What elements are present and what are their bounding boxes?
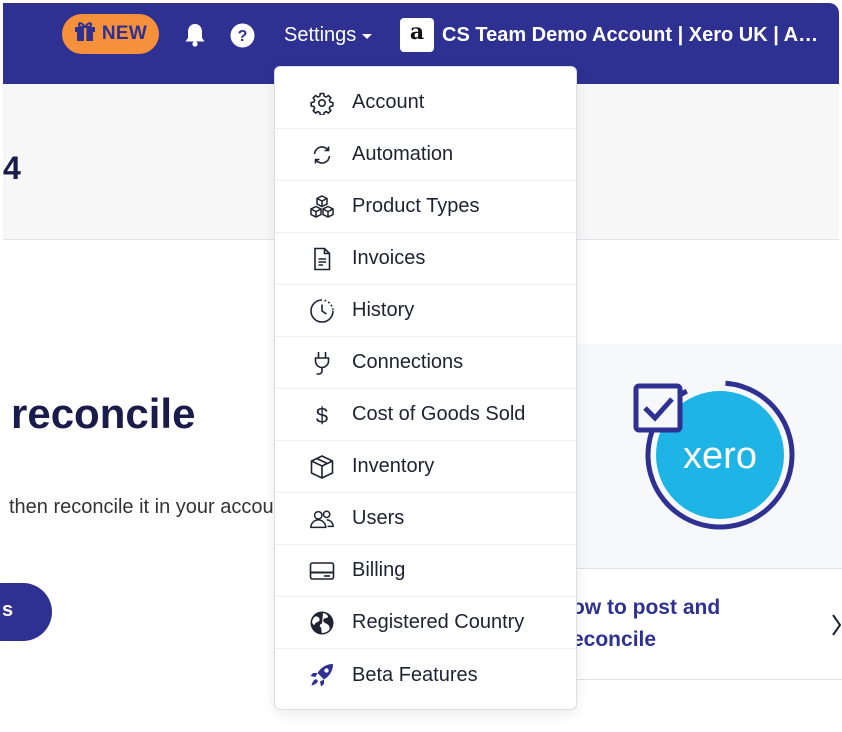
xero-logo-text: xero [683,435,757,477]
guide-card-title[interactable]: ow to post and econcile [572,592,772,656]
settings-dropdown-menu: Account Automation Product Types Invoice… [274,66,577,710]
menu-item-label: Invoices [352,247,426,269]
menu-item-invoices[interactable]: Invoices [275,233,576,285]
settings-label: Settings [284,23,357,46]
menu-item-cost-of-goods-sold[interactable]: $ Cost of Goods Sold [275,389,576,441]
card-divider [560,568,842,569]
rocket-icon [309,662,335,688]
cubes-icon [309,194,335,220]
svg-text:$: $ [316,403,328,428]
help-icon[interactable]: ? [230,23,255,48]
caret-down-icon [362,33,373,39]
amazon-logo-icon: a [400,18,434,52]
primary-action-label: s [2,599,14,621]
menu-item-label: Registered Country [352,611,525,633]
new-features-button[interactable]: NEW [62,14,159,54]
svg-text:?: ? [238,28,248,45]
users-icon [309,506,335,532]
menu-item-automation[interactable]: Automation [275,129,576,181]
header-number: 4 [3,150,21,186]
menu-item-label: Product Types [352,195,480,217]
menu-item-label: Inventory [352,455,435,477]
notifications-bell-icon[interactable] [182,22,208,48]
settings-dropdown-toggle[interactable]: Settings [284,20,373,50]
account-switcher[interactable]: a CS Team Demo Account | Xero UK | Amazo… [400,18,830,52]
menu-item-inventory[interactable]: Inventory [275,441,576,493]
menu-item-label: Billing [352,559,406,581]
menu-item-connections[interactable]: Connections [275,337,576,389]
menu-item-account[interactable]: Account [275,77,576,129]
menu-item-billing[interactable]: Billing [275,545,576,597]
menu-item-product-types[interactable]: Product Types [275,181,576,233]
primary-action-button[interactable]: s [0,583,52,641]
credit-card-icon [309,558,335,584]
menu-item-label: History [352,299,415,321]
chevron-right-icon[interactable] [832,614,842,641]
new-badge-label: NEW [101,23,148,44]
box-icon [309,454,335,480]
globe-icon [309,610,335,636]
gear-icon [309,90,335,116]
dollar-icon: $ [309,402,335,428]
menu-item-label: Cost of Goods Sold [352,403,526,425]
xero-guide-card-image: xero [560,344,842,568]
menu-item-beta-features[interactable]: Beta Features [275,649,576,701]
menu-item-label: Account [352,91,425,113]
menu-item-label: Automation [352,143,454,165]
menu-item-label: Users [352,507,405,529]
sync-icon [309,142,335,168]
account-name: CS Team Demo Account | Xero UK | Amazon … [442,23,830,46]
menu-item-history[interactable]: History [275,285,576,337]
menu-item-label: Connections [352,351,464,373]
menu-item-registered-country[interactable]: Registered Country [275,597,576,649]
gift-icon [74,21,96,47]
menu-item-label: Beta Features [352,663,478,686]
plug-icon [309,350,335,376]
section-heading: reconcile [11,390,196,437]
menu-item-users[interactable]: Users [275,493,576,545]
document-icon [309,246,335,272]
clock-history-icon [309,298,335,324]
card-divider-bottom [560,679,842,680]
